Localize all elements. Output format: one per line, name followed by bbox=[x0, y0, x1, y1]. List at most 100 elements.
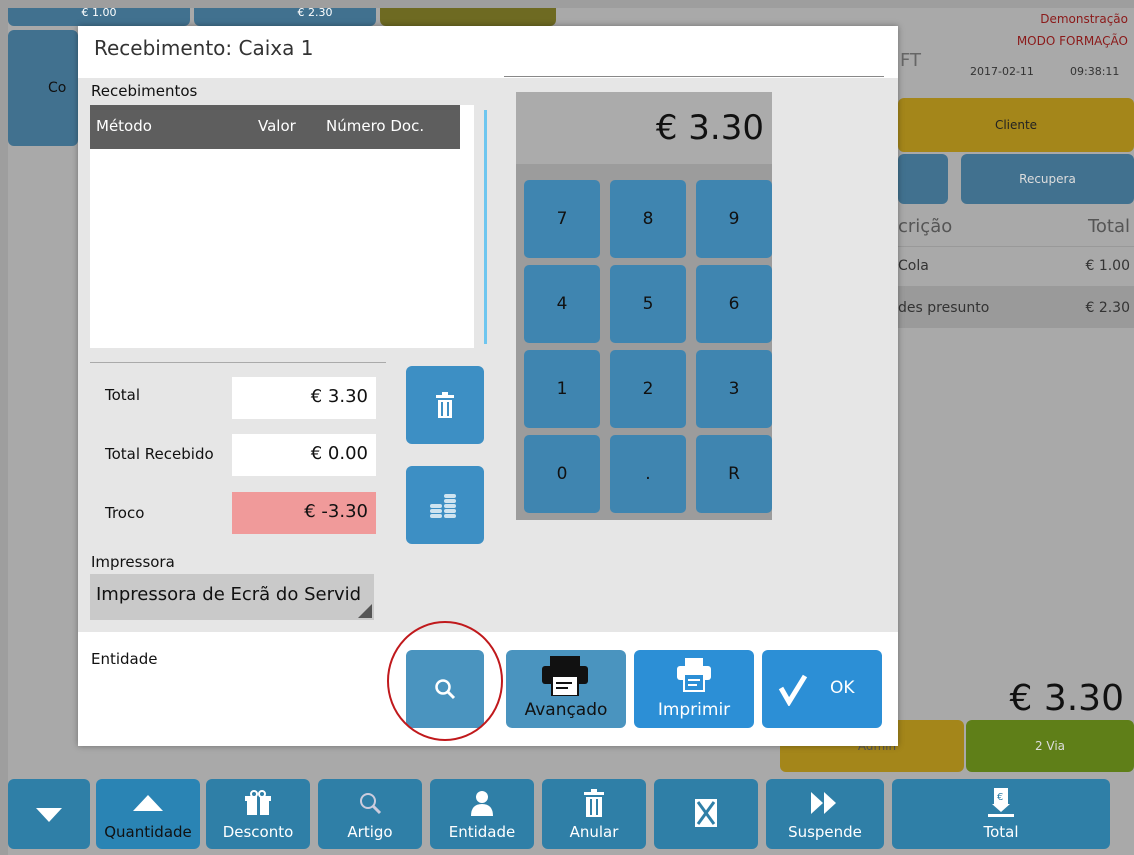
total-field: € 3.30 bbox=[232, 377, 376, 419]
receipts-table: Método Valor Número Doc. bbox=[90, 105, 474, 348]
line-1-price: € 1.00 bbox=[1085, 258, 1130, 274]
printer-select[interactable]: Impressora de Ecrã do Servid bbox=[90, 574, 374, 620]
cliente-button[interactable]: Cliente bbox=[898, 98, 1134, 152]
advanced-print-button[interactable]: Avançado bbox=[506, 650, 626, 728]
change-label: Troco bbox=[105, 504, 145, 522]
price-tile-2[interactable]: € 2.30 bbox=[194, 8, 376, 26]
ok-button[interactable]: OK bbox=[762, 650, 882, 728]
print-button[interactable]: Imprimir bbox=[634, 650, 754, 728]
gift-icon bbox=[206, 789, 310, 817]
title-underline bbox=[504, 76, 884, 77]
trash-icon bbox=[436, 392, 454, 418]
desconto-button[interactable]: Desconto bbox=[206, 779, 310, 849]
change-field: € -3.30 bbox=[232, 492, 376, 534]
quantidade-label: Quantidade bbox=[104, 823, 192, 841]
coins-button[interactable] bbox=[406, 466, 484, 544]
svg-text:€: € bbox=[997, 792, 1003, 803]
entidade-toolbar-button[interactable]: Entidade bbox=[430, 779, 534, 849]
payment-dialog: Recebimento: Caixa 1 Recebimentos Método… bbox=[78, 26, 898, 746]
delete-payment-button[interactable] bbox=[406, 366, 484, 444]
line-2-desc: des presunto bbox=[898, 300, 990, 316]
keypad-key-6[interactable]: 6 bbox=[696, 265, 772, 343]
section-divider bbox=[90, 362, 386, 363]
training-mode-label: MODO FORMAÇÃO bbox=[1016, 34, 1128, 48]
keypad-key-7[interactable]: 7 bbox=[524, 180, 600, 258]
table-divider bbox=[898, 246, 1134, 247]
price-tile-1-label: € 1.00 bbox=[81, 8, 117, 19]
keypad-key-8[interactable]: 8 bbox=[610, 180, 686, 258]
keypad-key-1[interactable]: 1 bbox=[524, 350, 600, 428]
chevron-down-icon bbox=[8, 801, 90, 829]
quantidade-button[interactable]: Quantidade bbox=[96, 779, 200, 849]
checkmark-icon bbox=[778, 674, 808, 706]
bg-total-amount: € 3.30 bbox=[1009, 678, 1124, 719]
price-tile-2-label: € 2.30 bbox=[297, 8, 333, 19]
keypad-key-0[interactable]: 0 bbox=[524, 435, 600, 513]
total-label: Total bbox=[983, 823, 1019, 841]
coins-icon bbox=[430, 494, 456, 518]
user-icon bbox=[430, 789, 534, 817]
received-label: Total Recebido bbox=[105, 445, 214, 463]
printer-icon bbox=[677, 658, 711, 692]
line-1-desc: Cola bbox=[898, 258, 929, 274]
dialog-title-bar: Recebimento: Caixa 1 bbox=[78, 26, 898, 78]
suspende-label: Suspende bbox=[788, 823, 862, 841]
print-label: Imprimir bbox=[657, 700, 731, 720]
receipts-label: Recebimentos bbox=[91, 82, 198, 100]
anular-label: Anular bbox=[569, 823, 619, 841]
second-via-button[interactable]: 2 Via bbox=[966, 720, 1134, 772]
dropdown-corner-icon bbox=[358, 604, 372, 618]
second-via-label: 2 Via bbox=[1034, 739, 1066, 753]
artigo-button[interactable]: Artigo bbox=[318, 779, 422, 849]
collapse-button[interactable] bbox=[8, 779, 90, 849]
void-document-icon bbox=[654, 799, 758, 827]
artigo-label: Artigo bbox=[347, 823, 393, 841]
highlight-circle bbox=[387, 621, 503, 741]
advanced-label: Avançado bbox=[524, 700, 608, 720]
unnamed-button[interactable] bbox=[898, 154, 948, 204]
receipts-scrollbar[interactable] bbox=[484, 110, 487, 344]
date-label: 2017-02-11 bbox=[970, 65, 1034, 78]
keypad-key-r[interactable]: R bbox=[696, 435, 772, 513]
product-tile[interactable] bbox=[380, 8, 556, 26]
left-tile[interactable]: Co bbox=[8, 30, 78, 146]
line-2-price: € 2.30 bbox=[1085, 300, 1130, 316]
recupera-button[interactable]: Recupera bbox=[961, 154, 1134, 204]
search-icon bbox=[318, 789, 422, 817]
keypad-key-9[interactable]: 9 bbox=[696, 180, 772, 258]
void-document-button[interactable] bbox=[654, 779, 758, 849]
anular-button[interactable]: Anular bbox=[542, 779, 646, 849]
printer-label: Impressora bbox=[91, 553, 175, 571]
entidade-toolbar-label: Entidade bbox=[448, 823, 516, 841]
triangle-up-icon bbox=[96, 789, 200, 817]
keypad-key-3[interactable]: 3 bbox=[696, 350, 772, 428]
keypad-key-dot[interactable]: . bbox=[610, 435, 686, 513]
header-value: Valor bbox=[258, 117, 296, 135]
suspende-button[interactable]: Suspende bbox=[766, 779, 884, 849]
keypad-key-5[interactable]: 5 bbox=[610, 265, 686, 343]
demo-label: Demonstração bbox=[1040, 12, 1128, 26]
received-field[interactable]: € 0.00 bbox=[232, 434, 376, 476]
column-total: Total bbox=[1087, 216, 1130, 237]
trash-icon bbox=[542, 789, 646, 817]
left-tile-label: Co bbox=[48, 80, 67, 96]
total-label: Total bbox=[105, 386, 141, 404]
printer-advanced-icon bbox=[542, 656, 588, 696]
app-name-fragment: FT bbox=[900, 50, 922, 71]
dialog-title: Recebimento: Caixa 1 bbox=[94, 36, 314, 60]
keypad-key-2[interactable]: 2 bbox=[610, 350, 686, 428]
fast-forward-icon bbox=[766, 789, 884, 817]
price-tile-1[interactable]: € 1.00 bbox=[8, 8, 190, 26]
printer-select-value: Impressora de Ecrã do Servid bbox=[96, 584, 362, 605]
payment-icon: € bbox=[892, 788, 1110, 817]
total-button[interactable]: € Total bbox=[892, 779, 1110, 849]
time-label: 09:38:11 bbox=[1070, 65, 1120, 78]
receipts-table-header: Método Valor Número Doc. bbox=[90, 105, 460, 149]
keypad-key-4[interactable]: 4 bbox=[524, 265, 600, 343]
recupera-label: Recupera bbox=[1019, 172, 1076, 186]
header-doc-number: Número Doc. bbox=[326, 117, 425, 135]
column-description: crição bbox=[898, 216, 953, 237]
amount-display-value: € 3.30 bbox=[655, 108, 764, 148]
ok-label: OK bbox=[830, 678, 855, 698]
amount-display: € 3.30 bbox=[516, 92, 772, 164]
